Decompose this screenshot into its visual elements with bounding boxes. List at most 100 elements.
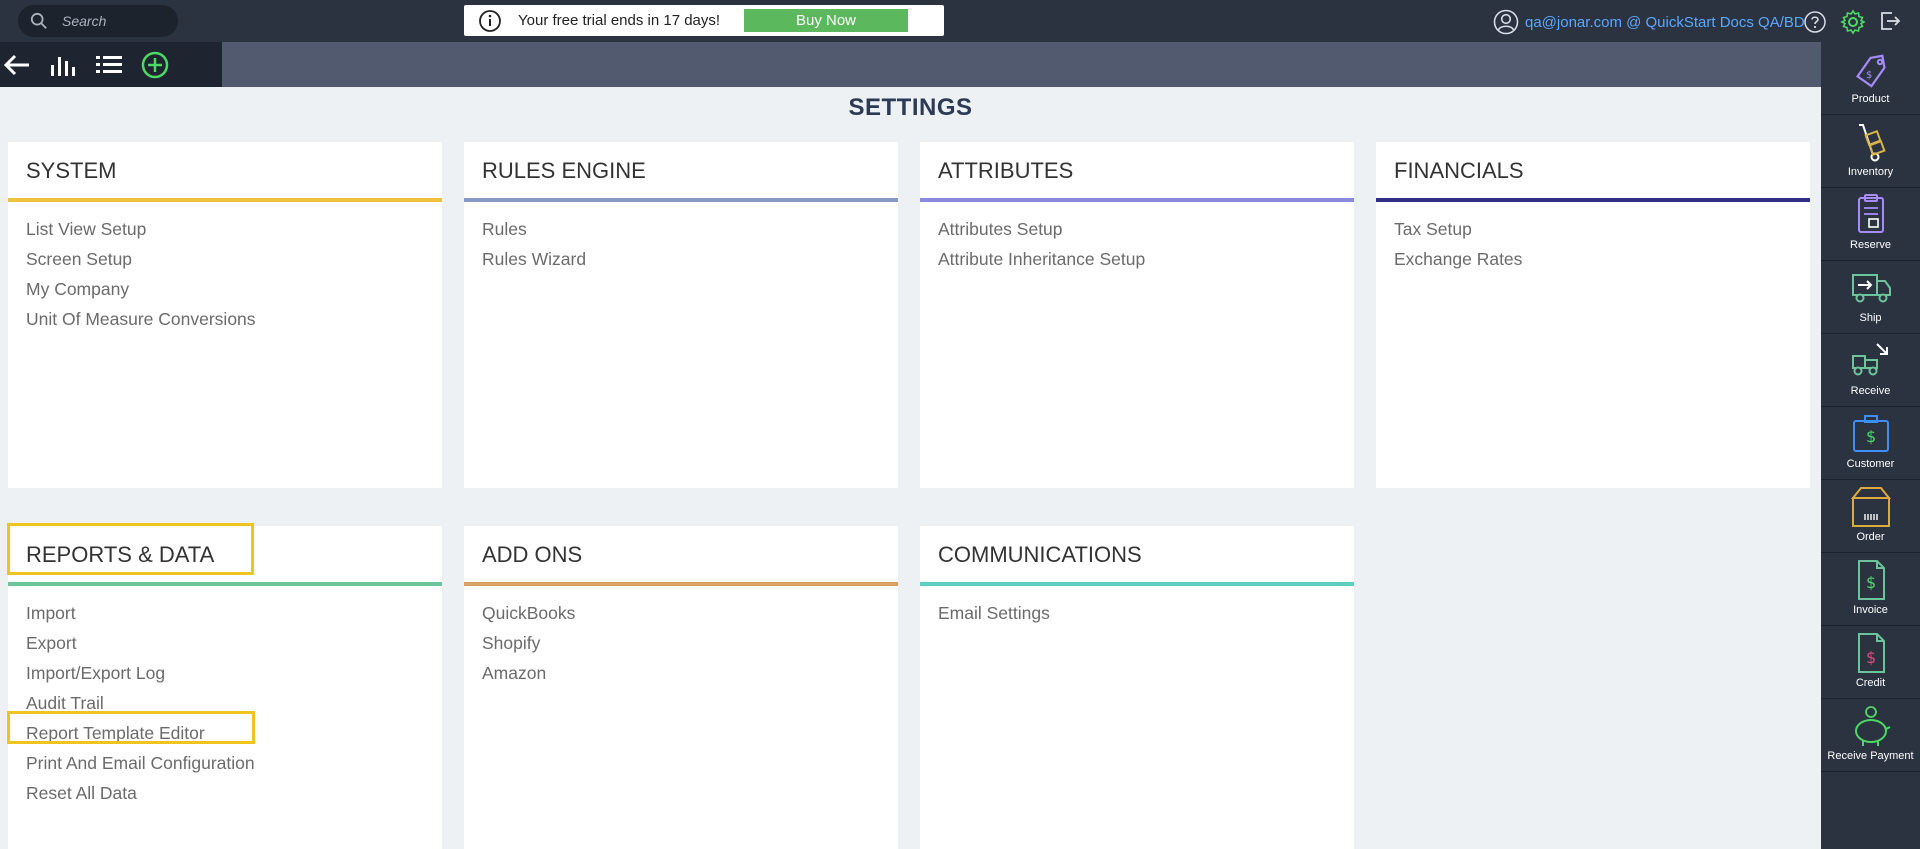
search-icon xyxy=(30,12,47,29)
section-title: SYSTEM xyxy=(26,158,117,183)
module-sidebar: $ Product Inventory Reserve Ship Receive… xyxy=(1821,42,1920,849)
system-links: List View Setup Screen Setup My Company … xyxy=(8,202,442,334)
reports-data-links: Import Export Import/Export Log Audit Tr… xyxy=(8,586,442,808)
product-tag-icon: $ xyxy=(1855,54,1886,88)
link-print-and-email-configuration[interactable]: Print And Email Configuration xyxy=(26,748,442,778)
add-ons-links: QuickBooks Shopify Amazon xyxy=(464,586,898,688)
trial-banner: Your free trial ends in 17 days! Buy Now xyxy=(464,5,944,36)
add-ons-card: ADD ONS QuickBooks Shopify Amazon xyxy=(464,526,898,849)
user-account[interactable]: qa@jonar.com @ QuickStart Docs QA/BD xyxy=(1493,9,1805,35)
sidebar-item-label: Inventory xyxy=(1847,166,1894,178)
link-rules-wizard[interactable]: Rules Wizard xyxy=(482,244,898,274)
highlight-box-reports-title xyxy=(7,523,254,575)
link-export[interactable]: Export xyxy=(26,628,442,658)
highlight-box-report-template-editor xyxy=(7,711,255,744)
sidebar-item-customer[interactable]: $ Customer xyxy=(1821,407,1920,480)
logout-icon[interactable] xyxy=(1878,9,1902,33)
sidebar-item-receive[interactable]: Receive xyxy=(1821,334,1920,407)
page-title: SETTINGS xyxy=(848,94,973,121)
add-button[interactable] xyxy=(140,50,170,80)
invoice-icon: $ xyxy=(1857,560,1885,600)
sidebar-item-order[interactable]: Order xyxy=(1821,480,1920,553)
link-quickbooks[interactable]: QuickBooks xyxy=(482,598,898,628)
sidebar-item-receive-payment[interactable]: Receive Payment xyxy=(1821,699,1920,772)
link-tax-setup[interactable]: Tax Setup xyxy=(1394,214,1810,244)
list-view-button[interactable] xyxy=(94,50,124,80)
gear-icon[interactable] xyxy=(1840,9,1866,35)
bar-chart-icon xyxy=(51,56,75,76)
search-box[interactable] xyxy=(18,5,178,37)
link-rules[interactable]: Rules xyxy=(482,214,898,244)
sidebar-item-label: Credit xyxy=(1855,677,1886,689)
link-attribute-inheritance-setup[interactable]: Attribute Inheritance Setup xyxy=(938,244,1354,274)
svg-text:$: $ xyxy=(1866,427,1876,446)
briefcase-dollar-icon: $ xyxy=(1852,415,1889,452)
sidebar-item-label: Invoice xyxy=(1853,604,1888,616)
plus-circle-icon xyxy=(141,51,169,78)
user-label: qa@jonar.com @ QuickStart Docs QA/BD xyxy=(1525,13,1805,31)
arrow-left-icon xyxy=(3,54,29,75)
help-icon[interactable] xyxy=(1804,11,1826,33)
sidebar-item-ship[interactable]: Ship xyxy=(1821,261,1920,334)
link-import-export-log[interactable]: Import/Export Log xyxy=(26,658,442,688)
sidebar-item-label: Ship xyxy=(1859,312,1882,324)
toolbar-icons xyxy=(0,42,222,87)
info-icon xyxy=(479,9,501,32)
link-screen-setup[interactable]: Screen Setup xyxy=(26,244,442,274)
link-import[interactable]: Import xyxy=(26,598,442,628)
attributes-card: ATTRIBUTES Attributes Setup Attribute In… xyxy=(920,142,1354,488)
sidebar-item-credit[interactable]: $ Credit xyxy=(1821,626,1920,699)
search-input[interactable] xyxy=(62,13,162,29)
sidebar-item-label: Receive Payment xyxy=(1827,750,1914,762)
link-unit-of-measure-conversions[interactable]: Unit Of Measure Conversions xyxy=(26,304,442,334)
link-email-settings[interactable]: Email Settings xyxy=(938,598,1354,628)
attributes-links: Attributes Setup Attribute Inheritance S… xyxy=(920,202,1354,274)
reports-button[interactable] xyxy=(48,50,78,80)
link-reset-all-data[interactable]: Reset All Data xyxy=(26,778,442,808)
sidebar-item-reserve[interactable]: Reserve xyxy=(1821,188,1920,261)
hand-truck-icon xyxy=(1858,124,1886,162)
sidebar-item-inventory[interactable]: Inventory xyxy=(1821,115,1920,188)
rules-engine-card: RULES ENGINE Rules Rules Wizard xyxy=(464,142,898,488)
user-icon xyxy=(1493,9,1519,35)
list-icon xyxy=(96,55,122,73)
back-button[interactable] xyxy=(2,50,32,80)
rules-engine-links: Rules Rules Wizard xyxy=(464,202,898,274)
svg-text:$: $ xyxy=(1866,70,1872,81)
clipboard-icon xyxy=(1857,194,1884,233)
financials-links: Tax Setup Exchange Rates xyxy=(1376,202,1810,274)
sidebar-item-label: Receive xyxy=(1850,385,1891,397)
communications-links: Email Settings xyxy=(920,586,1354,628)
sidebar-item-label: Product xyxy=(1851,93,1890,105)
sidebar-item-label: Customer xyxy=(1846,458,1895,470)
section-title: ADD ONS xyxy=(482,542,583,567)
financials-card: FINANCIALS Tax Setup Exchange Rates xyxy=(1376,142,1810,488)
sidebar-item-product[interactable]: $ Product xyxy=(1821,42,1920,115)
buy-now-button[interactable]: Buy Now xyxy=(744,9,908,32)
credit-icon: $ xyxy=(1857,633,1885,673)
action-toolbar xyxy=(0,42,1821,87)
link-list-view-setup[interactable]: List View Setup xyxy=(26,214,442,244)
section-title: COMMUNICATIONS xyxy=(938,542,1142,567)
link-shopify[interactable]: Shopify xyxy=(482,628,898,658)
box-icon xyxy=(1850,487,1891,527)
piggy-bank-icon xyxy=(1854,706,1890,746)
ship-truck-icon xyxy=(1851,274,1891,303)
section-title: FINANCIALS xyxy=(1394,158,1524,183)
svg-text:$: $ xyxy=(1866,573,1876,592)
link-my-company[interactable]: My Company xyxy=(26,274,442,304)
trial-message: Your free trial ends in 17 days! xyxy=(518,12,721,29)
link-exchange-rates[interactable]: Exchange Rates xyxy=(1394,244,1810,274)
section-title: RULES ENGINE xyxy=(482,158,646,183)
link-attributes-setup[interactable]: Attributes Setup xyxy=(938,214,1354,244)
section-title: ATTRIBUTES xyxy=(938,158,1074,183)
system-card: SYSTEM List View Setup Screen Setup My C… xyxy=(8,142,442,488)
sidebar-item-invoice[interactable]: $ Invoice xyxy=(1821,553,1920,626)
communications-card: COMMUNICATIONS Email Settings xyxy=(920,526,1354,849)
sidebar-item-label: Reserve xyxy=(1850,239,1891,251)
link-amazon[interactable]: Amazon xyxy=(482,658,898,688)
svg-text:$: $ xyxy=(1866,648,1876,667)
sidebar-item-label: Order xyxy=(1856,531,1885,543)
receive-truck-icon xyxy=(1851,343,1888,376)
top-bar: Your free trial ends in 17 days! Buy Now… xyxy=(0,0,1920,42)
